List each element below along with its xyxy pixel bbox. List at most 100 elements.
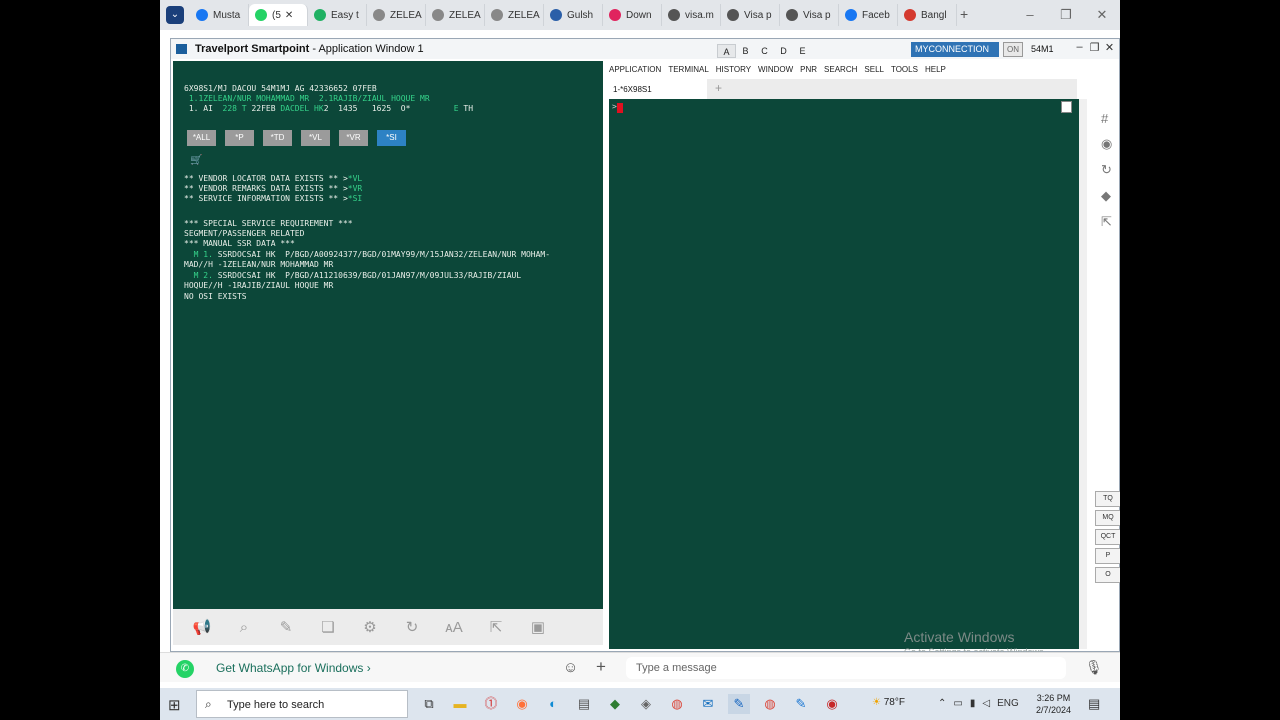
menu-terminal[interactable]: TERMINAL bbox=[668, 65, 708, 74]
side-button-qct[interactable]: QCT bbox=[1095, 529, 1120, 545]
app-green-icon[interactable]: ◆ bbox=[604, 694, 626, 714]
ticket-icon[interactable]: ◆ bbox=[1101, 188, 1112, 204]
emoji-icon[interactable]: ☺ bbox=[563, 659, 578, 676]
fs-icon[interactable]: ▣ bbox=[517, 618, 559, 636]
terminal-tab-1[interactable]: 1-*6X98S1 bbox=[607, 79, 707, 99]
browser-tab[interactable]: visa.m bbox=[662, 4, 721, 26]
chevron-up-icon[interactable]: ⌃ bbox=[938, 698, 946, 709]
close-icon[interactable]: ✕ bbox=[1102, 41, 1117, 54]
refresh-icon[interactable]: ↻ bbox=[391, 618, 433, 636]
smartpoint-taskbar-icon[interactable]: ✎ bbox=[728, 694, 750, 714]
new-tab-button[interactable]: + bbox=[960, 6, 968, 22]
browser-tab[interactable]: Down bbox=[603, 4, 662, 26]
minimize-icon[interactable]: – bbox=[1072, 41, 1087, 54]
terminal-input-area[interactable]: > bbox=[609, 99, 1079, 649]
language-indicator[interactable]: ENG bbox=[997, 698, 1019, 709]
recorder-icon[interactable]: ◉ bbox=[821, 694, 843, 714]
external-link-icon[interactable]: ⇱ bbox=[1101, 214, 1112, 230]
pop-out-icon[interactable]: ⇱ bbox=[475, 618, 517, 636]
browser-tab[interactable]: Gulsh bbox=[544, 4, 603, 26]
browser-tab[interactable]: Musta bbox=[190, 4, 249, 26]
restore-icon[interactable]: ❐ bbox=[1048, 0, 1084, 30]
vl-link[interactable]: *VL bbox=[348, 174, 362, 183]
si-link[interactable]: *SI bbox=[348, 194, 362, 203]
browser-tab[interactable]: ZELEA bbox=[426, 4, 485, 26]
close-icon[interactable]: ✕ bbox=[1084, 0, 1120, 30]
window-tab-d[interactable]: D bbox=[774, 44, 793, 58]
edge-icon[interactable]: ◐ bbox=[542, 694, 564, 714]
weather-widget[interactable]: ☀ 78°F bbox=[872, 697, 905, 708]
message-input[interactable]: Type a message bbox=[626, 657, 1066, 679]
notification-icon[interactable]: ▤ bbox=[1088, 696, 1100, 712]
window-tab-b[interactable]: B bbox=[736, 44, 755, 58]
window-tab-a[interactable]: A bbox=[717, 44, 736, 58]
clock[interactable]: 3:26 PM 2/7/2024 bbox=[1036, 692, 1071, 716]
quick-button-p[interactable]: *P bbox=[225, 130, 254, 146]
browser-tab[interactable]: Faceb bbox=[839, 4, 898, 26]
browser-tab[interactable]: Visa p bbox=[780, 4, 839, 26]
side-button-tq[interactable]: TQ bbox=[1095, 491, 1120, 507]
app-blue-icon[interactable]: ✎ bbox=[790, 694, 812, 714]
copy-icon[interactable]: ❏ bbox=[307, 618, 349, 636]
store-icon[interactable]: ▤ bbox=[573, 694, 595, 714]
pencil-icon[interactable]: ✎ bbox=[265, 618, 307, 636]
menu-application[interactable]: APPLICATION bbox=[609, 65, 661, 74]
tab-search-chevron-icon[interactable]: ⌄ bbox=[166, 6, 184, 24]
gear-icon[interactable]: ⚙ bbox=[349, 618, 391, 636]
firefox-icon[interactable]: ◉ bbox=[511, 694, 533, 714]
whatsapp-download-link[interactable]: Get WhatsApp for Windows › bbox=[216, 661, 371, 675]
close-tab-icon[interactable]: ✕ bbox=[285, 10, 293, 21]
vr-link[interactable]: *VR bbox=[348, 184, 362, 193]
window-tab-c[interactable]: C bbox=[755, 44, 774, 58]
quick-button-vr[interactable]: *VR bbox=[339, 130, 368, 146]
browser-tab[interactable]: Bangl bbox=[898, 4, 957, 26]
sync-icon[interactable]: ↻ bbox=[1101, 162, 1112, 178]
network-icon[interactable]: ▭ bbox=[953, 698, 962, 709]
restore-icon[interactable]: ❐ bbox=[1087, 41, 1102, 54]
quick-button-td[interactable]: *TD bbox=[263, 130, 292, 146]
task-view-icon[interactable]: ⧉ bbox=[418, 694, 440, 714]
menu-pnr[interactable]: PNR bbox=[800, 65, 817, 74]
browser-tab[interactable]: ZELEA bbox=[485, 4, 544, 26]
connection-toggle[interactable]: ON bbox=[1003, 42, 1023, 57]
minimize-icon[interactable]: – bbox=[1012, 0, 1048, 30]
side-button-p[interactable]: P bbox=[1095, 548, 1120, 564]
browser-tab[interactable]: (5 ✕ bbox=[249, 4, 308, 26]
battery-icon[interactable]: ▮ bbox=[970, 698, 976, 709]
chrome-red-icon[interactable]: ◍ bbox=[666, 694, 688, 714]
browser-tab[interactable]: Easy t bbox=[308, 4, 367, 26]
attach-icon[interactable]: + bbox=[596, 657, 606, 677]
app-grey-icon[interactable]: ◈ bbox=[635, 694, 657, 714]
menu-tools[interactable]: TOOLS bbox=[891, 65, 918, 74]
window-tab-e[interactable]: E bbox=[793, 44, 812, 58]
menu-help[interactable]: HELP bbox=[925, 65, 946, 74]
microphone-icon[interactable]: 🎙 bbox=[1085, 659, 1103, 676]
browser-tab[interactable]: ZELEA bbox=[367, 4, 426, 26]
file-explorer-icon[interactable]: ▬ bbox=[449, 694, 471, 714]
chrome-icon[interactable]: ◍ bbox=[759, 694, 781, 714]
menu-window[interactable]: WINDOW bbox=[758, 65, 793, 74]
browser-tab[interactable]: Visa p bbox=[721, 4, 780, 26]
search-icon[interactable]: ⌕ bbox=[223, 619, 265, 636]
side-button-mq[interactable]: MQ bbox=[1095, 510, 1120, 526]
menu-search[interactable]: SEARCH bbox=[824, 65, 857, 74]
quick-button-all[interactable]: *ALL bbox=[187, 130, 216, 146]
location-icon[interactable]: ◉ bbox=[1101, 136, 1112, 152]
volume-icon[interactable]: ◁ bbox=[982, 698, 990, 709]
menu-sell[interactable]: SELL bbox=[864, 65, 884, 74]
hash-icon[interactable]: # bbox=[1101, 111, 1112, 126]
add-terminal-tab-icon[interactable]: + bbox=[715, 81, 722, 95]
side-button-o[interactable]: O bbox=[1095, 567, 1120, 583]
quick-button-vl[interactable]: *VL bbox=[301, 130, 330, 146]
cart-icon[interactable]: 🛒 bbox=[190, 155, 202, 166]
quick-button-si[interactable]: *SI bbox=[377, 130, 406, 146]
windows-start-icon[interactable]: ⊞ bbox=[168, 696, 181, 714]
scroll-toggle-icon[interactable] bbox=[1061, 101, 1072, 113]
terminal-scrollbar[interactable] bbox=[1079, 99, 1087, 649]
menu-history[interactable]: HISTORY bbox=[716, 65, 751, 74]
mail-icon[interactable]: ✉ bbox=[697, 694, 719, 714]
taskbar-search[interactable]: ⌕ Type here to search bbox=[196, 690, 408, 718]
app-red-icon[interactable]: ⓵ bbox=[480, 694, 502, 714]
font-size-icon[interactable]: ᴀA bbox=[433, 619, 475, 636]
connection-select[interactable]: MYCONNECTION ⌄ bbox=[911, 42, 999, 69]
